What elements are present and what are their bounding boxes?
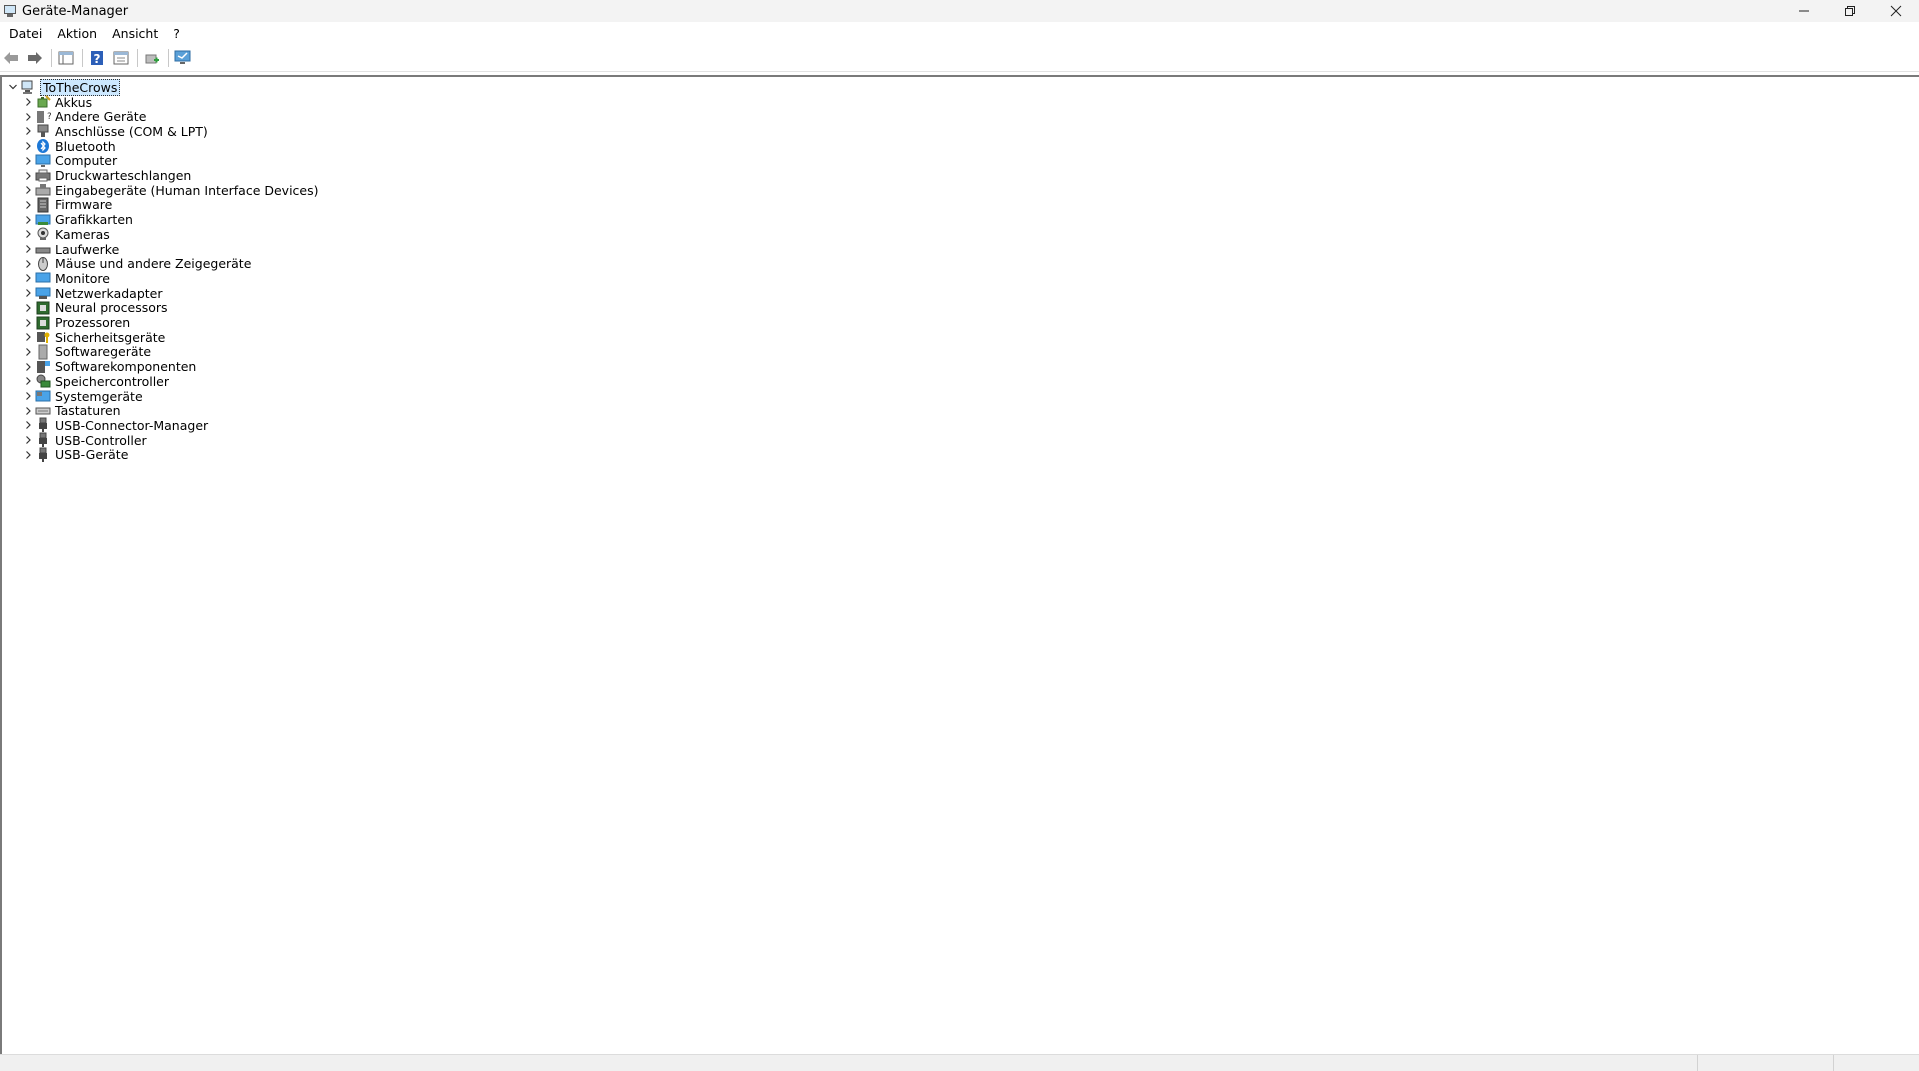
status-cell-3 bbox=[1834, 1055, 1919, 1071]
collapse-chevron-icon[interactable] bbox=[6, 78, 20, 96]
close-button[interactable] bbox=[1873, 0, 1919, 22]
toolbar-separator bbox=[51, 49, 52, 67]
properties-button[interactable] bbox=[110, 48, 132, 68]
restore-icon bbox=[1845, 6, 1855, 16]
menu-help[interactable]: ? bbox=[164, 26, 186, 41]
forward-arrow-icon bbox=[28, 52, 42, 64]
status-cell-2 bbox=[1698, 1055, 1835, 1071]
forward-button[interactable] bbox=[24, 48, 46, 68]
scan-hardware-icon bbox=[174, 50, 191, 64]
close-icon bbox=[1890, 5, 1902, 17]
minimize-button[interactable] bbox=[1781, 0, 1827, 22]
status-bar bbox=[0, 1054, 1919, 1071]
device-tree[interactable]: ToTheCrows Akkus?Andere GeräteAnschlüsse… bbox=[0, 75, 1919, 1056]
tree-item[interactable]: USB-Geräte bbox=[21, 446, 128, 464]
help-icon: ? bbox=[91, 51, 103, 66]
minimize-icon bbox=[1799, 10, 1809, 12]
window-title: Geräte-Manager bbox=[22, 3, 129, 19]
scan-hardware-button[interactable] bbox=[172, 48, 194, 68]
back-arrow-icon bbox=[4, 52, 18, 64]
svg-text:?: ? bbox=[47, 112, 51, 122]
device-manager-icon bbox=[3, 4, 17, 18]
update-driver-icon bbox=[145, 54, 159, 64]
status-cell-main bbox=[0, 1055, 1699, 1071]
title-bar: Geräte-Manager bbox=[0, 0, 1919, 22]
help-button[interactable]: ? bbox=[86, 48, 108, 68]
properties-icon bbox=[113, 51, 129, 65]
usb-icon bbox=[35, 447, 51, 463]
console-tree-button[interactable] bbox=[55, 48, 77, 68]
toolbar-separator bbox=[137, 49, 138, 67]
toolbar-separator bbox=[168, 49, 169, 67]
menu-bar: Datei Aktion Ansicht ? bbox=[0, 22, 1919, 44]
svg-text:?: ? bbox=[94, 52, 101, 66]
back-button[interactable] bbox=[0, 48, 22, 68]
tree-item-label: USB-Geräte bbox=[55, 447, 129, 463]
update-driver-button[interactable] bbox=[141, 48, 163, 68]
menu-aktion[interactable]: Aktion bbox=[48, 26, 103, 41]
restore-button[interactable] bbox=[1827, 0, 1873, 22]
menu-datei[interactable]: Datei bbox=[0, 26, 48, 41]
menu-ansicht[interactable]: Ansicht bbox=[103, 26, 164, 41]
console-tree-icon bbox=[58, 51, 74, 65]
toolbar: ? bbox=[0, 45, 1919, 72]
toolbar-separator bbox=[82, 49, 83, 67]
expand-chevron-icon[interactable] bbox=[21, 446, 35, 464]
